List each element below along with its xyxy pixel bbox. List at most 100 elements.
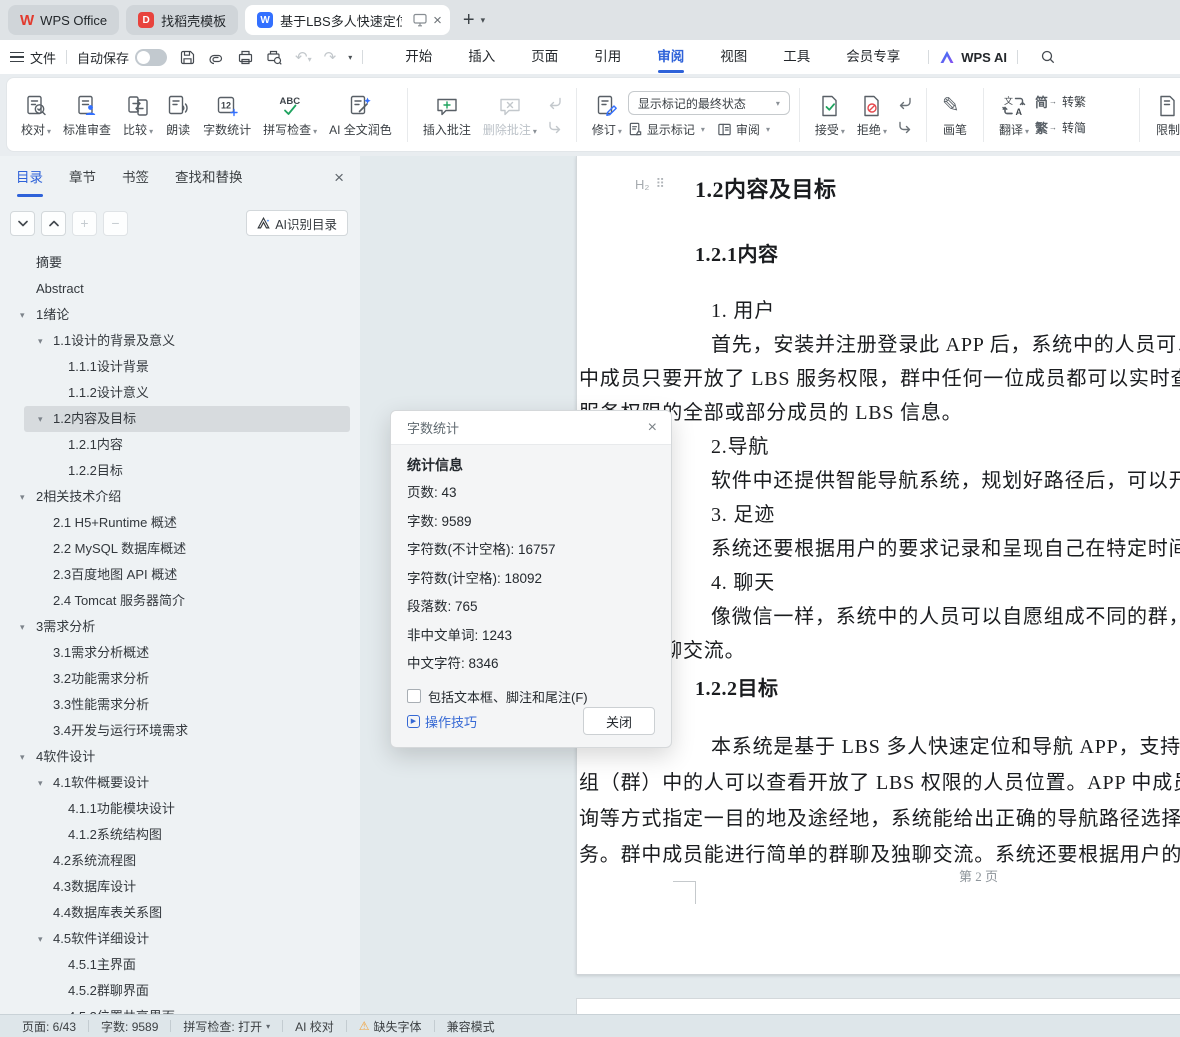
checkbox[interactable] bbox=[407, 689, 421, 703]
save-icon[interactable] bbox=[179, 49, 196, 66]
word-count-button[interactable]: 12 字数统计 bbox=[197, 89, 257, 140]
quick-toolbar-chevron-icon[interactable]: ▾ bbox=[348, 53, 352, 62]
standard-review-button[interactable]: 标准审查 bbox=[57, 89, 117, 140]
toc-item[interactable]: 3.3性能需求分析 bbox=[24, 692, 350, 718]
sidebar-tab-chapters[interactable]: 章节 bbox=[69, 156, 96, 200]
previous-comment-icon[interactable] bbox=[545, 93, 565, 113]
toc-item[interactable]: 4.5.1主界面 bbox=[24, 952, 350, 978]
spell-check-button[interactable]: ABC 拼写检查▾ bbox=[257, 89, 323, 140]
status-item-1[interactable]: 字数: 9589 bbox=[89, 1018, 170, 1035]
close-dialog-icon[interactable]: × bbox=[648, 419, 657, 437]
file-menu-button[interactable]: 文件 bbox=[10, 48, 56, 67]
search-icon[interactable] bbox=[1040, 49, 1056, 65]
toc-expand-arrow-icon[interactable]: ▾ bbox=[20, 484, 25, 510]
sidebar-tab-contents[interactable]: 目录 bbox=[16, 156, 43, 200]
close-sidebar-icon[interactable]: × bbox=[334, 168, 344, 188]
toc-item[interactable]: 4.1.1功能模块设计 bbox=[24, 796, 350, 822]
toc-item[interactable]: 3.4开发与运行环境需求 bbox=[24, 718, 350, 744]
toc-expand-arrow-icon[interactable]: ▾ bbox=[38, 926, 43, 952]
toc-expand-arrow-icon[interactable]: ▾ bbox=[38, 406, 43, 432]
menu-tab-2[interactable]: 页面 bbox=[513, 40, 576, 74]
toc-item[interactable]: 1.2.2目标 bbox=[24, 458, 350, 484]
toc-item[interactable]: 3.2功能需求分析 bbox=[24, 666, 350, 692]
close-dialog-button[interactable]: 关闭 bbox=[583, 707, 655, 735]
toc-item[interactable]: ▾4.5软件详细设计 bbox=[24, 926, 350, 952]
sidebar-tab-bookmarks[interactable]: 书签 bbox=[122, 156, 149, 200]
menu-tab-0[interactable]: 开始 bbox=[387, 40, 450, 74]
translate-button[interactable]: 文A 翻译▾ bbox=[993, 89, 1035, 140]
close-tab-icon[interactable]: × bbox=[433, 13, 442, 28]
status-item-3[interactable]: AI 校对 bbox=[283, 1018, 346, 1035]
toc-expand-arrow-icon[interactable]: ▾ bbox=[38, 328, 43, 354]
toc-item[interactable]: ▾3需求分析 bbox=[24, 614, 350, 640]
next-page-top[interactable] bbox=[576, 998, 1180, 1014]
status-item-0[interactable]: 页面: 6/43 bbox=[10, 1018, 88, 1035]
zoom-in-toc-button[interactable]: + bbox=[72, 211, 97, 236]
toc-item[interactable]: ▾1.1设计的背景及意义 bbox=[24, 328, 350, 354]
toc-item[interactable]: 1.1.2设计意义 bbox=[24, 380, 350, 406]
zoom-out-toc-button[interactable]: − bbox=[103, 211, 128, 236]
tips-link[interactable]: ▶ 操作技巧 bbox=[407, 712, 477, 731]
review-pane-button[interactable]: 审阅▾ bbox=[717, 121, 770, 138]
status-item-4[interactable]: ⚠缺失字体 bbox=[347, 1018, 434, 1035]
toc-item[interactable]: Abstract bbox=[24, 276, 350, 302]
reject-changes-button[interactable]: 拒绝▾ bbox=[851, 89, 893, 140]
toc-item[interactable]: 4.2系统流程图 bbox=[24, 848, 350, 874]
toc-expand-arrow-icon[interactable]: ▾ bbox=[20, 744, 25, 770]
toc-expand-arrow-icon[interactable]: ▾ bbox=[20, 302, 25, 328]
toc-item[interactable]: 4.5.2群聊界面 bbox=[24, 978, 350, 1004]
toc-item[interactable]: 2.2 MySQL 数据库概述 bbox=[24, 536, 350, 562]
toc-expand-arrow-icon[interactable]: ▾ bbox=[20, 614, 25, 640]
new-tab-button[interactable]: + bbox=[463, 9, 475, 32]
track-changes-button[interactable]: 修订▾ bbox=[586, 89, 628, 140]
accept-changes-button[interactable]: 接受▾ bbox=[809, 89, 851, 140]
undo-icon[interactable]: ↶▾ bbox=[295, 48, 312, 66]
simplified-to-traditional-button[interactable]: 简→ 转繁 bbox=[1035, 92, 1086, 111]
autosave-toggle[interactable] bbox=[135, 49, 167, 66]
markup-state-select[interactable]: 显示标记的最终状态 ▾ bbox=[628, 91, 790, 115]
redo-icon[interactable]: ↷ bbox=[324, 48, 337, 66]
drag-handle-icon[interactable]: ⠿ bbox=[655, 176, 664, 192]
include-textboxes-option[interactable]: 包括文本框、脚注和尾注(F) bbox=[407, 687, 655, 706]
toc-item[interactable]: ▾1.2内容及目标 bbox=[24, 406, 350, 432]
read-aloud-button[interactable]: 朗读 bbox=[159, 89, 197, 140]
toc-item[interactable]: 2.3百度地图 API 概述 bbox=[24, 562, 350, 588]
ai-detect-toc-button[interactable]: AI识别目录 bbox=[246, 210, 348, 236]
toc-item[interactable]: 1.1.1设计背景 bbox=[24, 354, 350, 380]
restrict-editing-button[interactable]: 限制 bbox=[1149, 89, 1180, 140]
delete-comment-button[interactable]: 删除批注▾ bbox=[477, 89, 543, 140]
group-expander-icon[interactable] bbox=[1076, 120, 1084, 138]
collapse-all-button[interactable] bbox=[41, 211, 66, 236]
menu-tab-7[interactable]: 会员专享 bbox=[828, 40, 918, 74]
insert-comment-button[interactable]: 插入批注 bbox=[417, 89, 477, 140]
toc-item[interactable]: ▾4.1软件概要设计 bbox=[24, 770, 350, 796]
export-pdf-icon[interactable] bbox=[208, 49, 225, 66]
next-comment-icon[interactable] bbox=[545, 117, 565, 137]
toc-item[interactable]: 2.4 Tomcat 服务器简介 bbox=[24, 588, 350, 614]
toc-item[interactable]: 4.5.3位置共享界面 bbox=[24, 1004, 350, 1014]
tab-wps-home[interactable]: W WPS Office bbox=[8, 5, 119, 35]
toc-expand-arrow-icon[interactable]: ▾ bbox=[38, 770, 43, 796]
print-icon[interactable] bbox=[237, 49, 254, 66]
previous-change-icon[interactable] bbox=[895, 93, 915, 113]
tab-docer-templates[interactable]: D 找稻壳模板 bbox=[126, 5, 238, 35]
monitor-icon[interactable] bbox=[413, 13, 427, 27]
toc-item[interactable]: 2.1 H5+Runtime 概述 bbox=[24, 510, 350, 536]
sidebar-tab-find-replace[interactable]: 查找和替换 bbox=[175, 156, 243, 200]
toc-item[interactable]: 摘要 bbox=[24, 250, 350, 276]
proofread-button[interactable]: 校对▾ bbox=[15, 89, 57, 140]
toc-item[interactable]: 4.3数据库设计 bbox=[24, 874, 350, 900]
compare-button[interactable]: 比较▾ bbox=[117, 89, 159, 140]
status-item-2[interactable]: 拼写检查: 打开▾ bbox=[171, 1018, 282, 1035]
next-change-icon[interactable] bbox=[895, 117, 915, 137]
dialog-title-bar[interactable]: 字数统计 × bbox=[391, 411, 671, 445]
menu-tab-1[interactable]: 插入 bbox=[450, 40, 513, 74]
menu-tab-4[interactable]: 审阅 bbox=[639, 40, 702, 74]
toc-item[interactable]: ▾2相关技术介绍 bbox=[24, 484, 350, 510]
toc-item[interactable]: 1.2.1内容 bbox=[24, 432, 350, 458]
status-item-5[interactable]: 兼容模式 bbox=[435, 1018, 507, 1035]
menu-tab-6[interactable]: 工具 bbox=[765, 40, 828, 74]
expand-all-button[interactable] bbox=[10, 211, 35, 236]
ai-polish-button[interactable]: AI 全文润色 bbox=[323, 89, 398, 140]
ink-pen-button[interactable]: ✎ 画笔 bbox=[936, 89, 974, 140]
